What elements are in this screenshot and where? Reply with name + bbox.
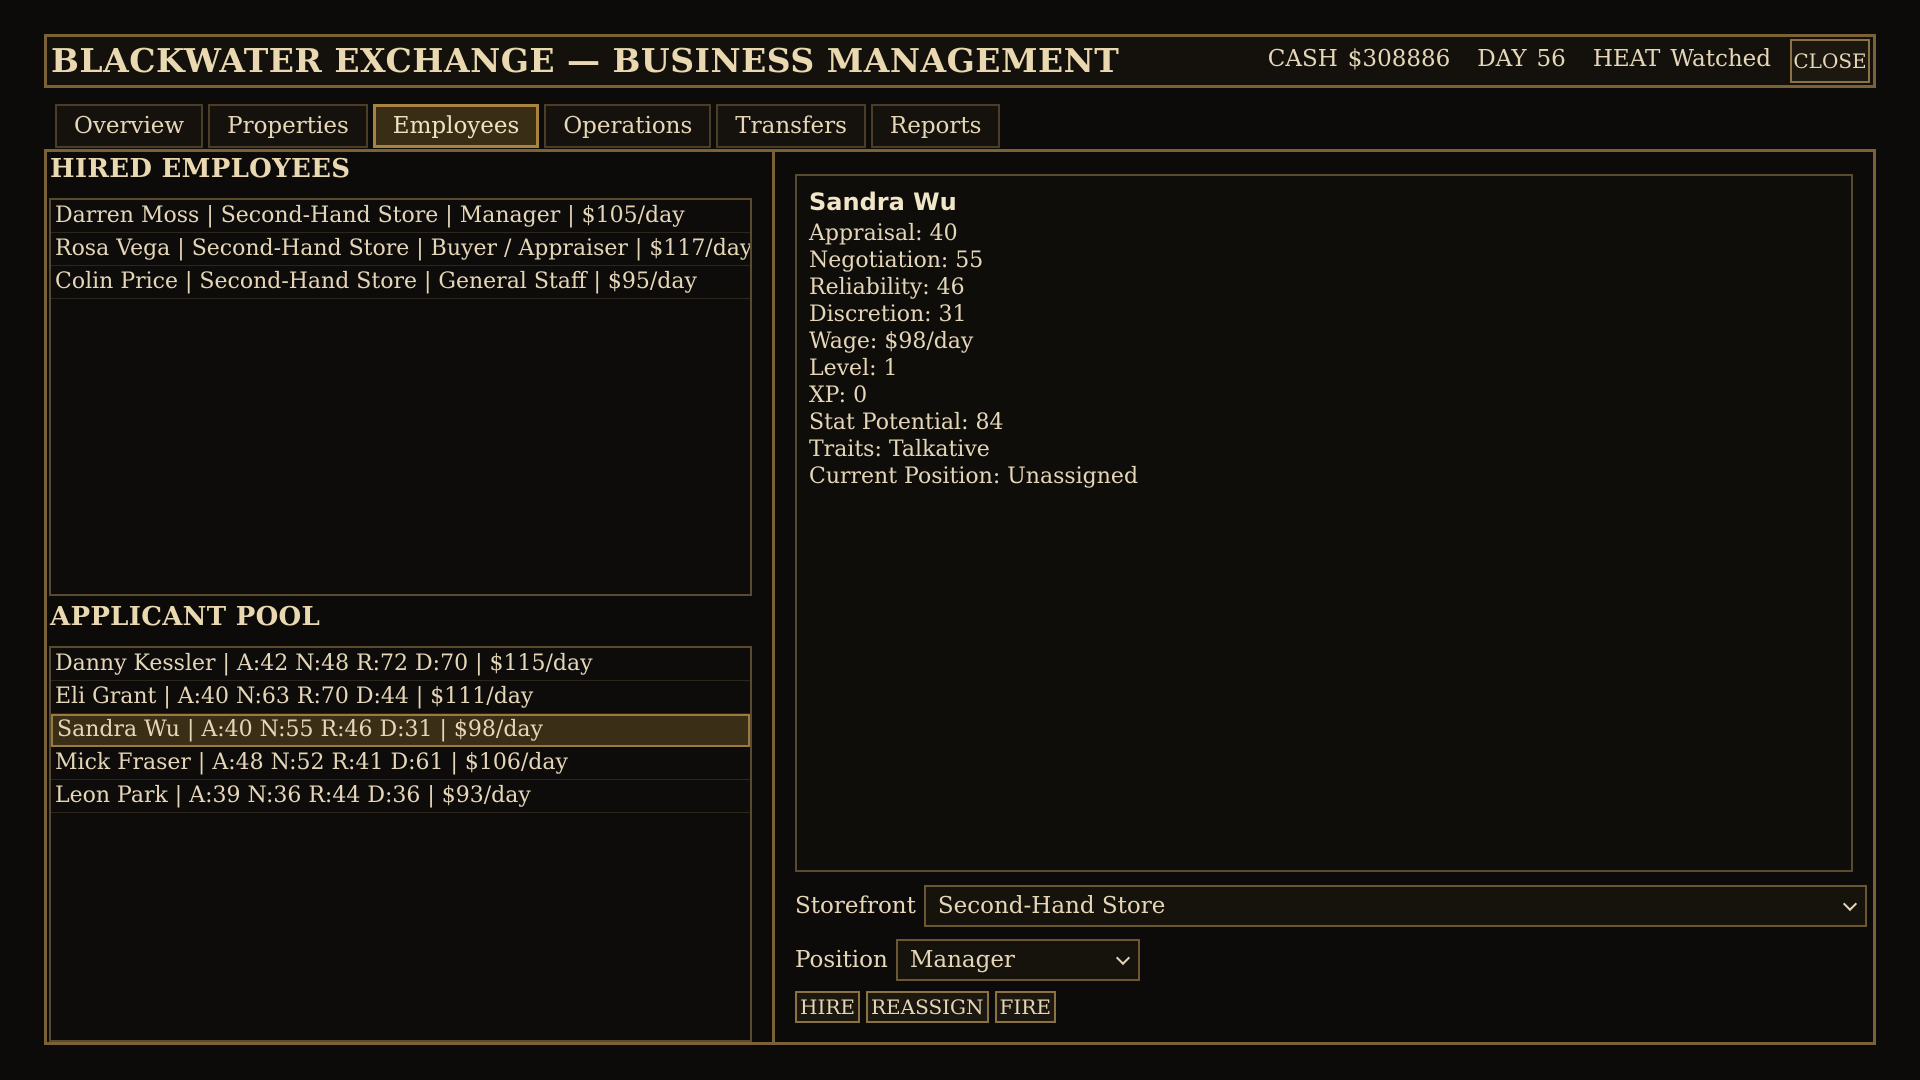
detail-current-position: Current Position: Unassigned [809, 464, 1139, 489]
detail-negotiation: Negotiation: 55 [809, 248, 984, 273]
heat-stat: HEAT Watched [1593, 46, 1771, 72]
heat-value: Watched [1670, 46, 1771, 72]
tab-transfers[interactable]: Transfers [716, 104, 866, 148]
applicant-row-danny-kessler[interactable]: Danny Kessler | A:42 N:48 R:72 D:70 | $1… [51, 648, 750, 681]
status-readout: CASH $308886 DAY 56 HEAT Watched [1268, 46, 1771, 72]
employees-panel: Hired Employees Darren Moss | Second-Han… [44, 149, 1876, 1045]
applicant-row-leon-park[interactable]: Leon Park | A:39 N:36 R:44 D:36 | $93/da… [51, 780, 750, 813]
hired-row-darren-moss[interactable]: Darren Moss | Second-Hand Store | Manage… [51, 200, 750, 233]
position-selected-value: Manager [909, 947, 1015, 973]
applicant-pool-list[interactable]: Danny Kessler | A:42 N:48 R:72 D:70 | $1… [49, 646, 752, 1042]
position-field: Position Manager [795, 939, 1140, 981]
position-select[interactable]: Manager [895, 939, 1140, 981]
tab-reports[interactable]: Reports [870, 104, 1001, 148]
hired-employees-list[interactable]: Darren Moss | Second-Hand Store | Manage… [49, 198, 752, 596]
employee-detail-panel: Sandra Wu Appraisal: 40 Negotiation: 55 … [772, 152, 1876, 1042]
applicant-row-sandra-wu[interactable]: Sandra Wu | A:40 N:55 R:46 D:31 | $98/da… [51, 714, 750, 747]
storefront-label: Storefront [795, 893, 916, 919]
detail-employee-name: Sandra Wu [809, 188, 957, 216]
applicant-row-eli-grant[interactable]: Eli Grant | A:40 N:63 R:70 D:44 | $111/d… [51, 681, 750, 714]
detail-traits: Traits: Talkative [809, 437, 990, 462]
hired-row-rosa-vega[interactable]: Rosa Vega | Second-Hand Store | Buyer / … [51, 233, 750, 266]
employee-actions: HIRE REASSIGN FIRE [795, 991, 1056, 1023]
detail-reliability: Reliability: 46 [809, 275, 965, 300]
heat-label: HEAT [1592, 46, 1661, 72]
position-label: Position [795, 947, 888, 973]
tab-employees[interactable]: Employees [372, 104, 540, 148]
detail-xp: XP: 0 [809, 383, 868, 408]
employee-detail-box: Sandra Wu Appraisal: 40 Negotiation: 55 … [795, 174, 1853, 872]
close-button[interactable]: CLOSE [1790, 39, 1870, 83]
reassign-button[interactable]: REASSIGN [866, 991, 989, 1023]
hired-employees-heading: Hired Employees [50, 154, 351, 184]
chevron-down-icon [1842, 896, 1857, 912]
storefront-selected-value: Second-Hand Store [937, 893, 1166, 919]
detail-level: Level: 1 [809, 356, 898, 381]
window-title: Blackwater Exchange — Business Managemen… [51, 41, 1120, 80]
storefront-field: Storefront Second-Hand Store [795, 885, 1867, 927]
tab-overview[interactable]: Overview [55, 104, 204, 148]
detail-discretion: Discretion: 31 [809, 302, 967, 327]
day-label: DAY [1477, 46, 1527, 72]
game-window: Blackwater Exchange — Business Managemen… [0, 0, 1920, 1080]
cash-stat: CASH $308886 [1268, 46, 1450, 72]
detail-stat-potential: Stat Potential: 84 [809, 410, 1004, 435]
fire-button[interactable]: FIRE [994, 991, 1056, 1023]
cash-label: CASH [1267, 46, 1338, 72]
storefront-select[interactable]: Second-Hand Store [923, 885, 1867, 927]
tab-bar: Overview Properties Employees Operations… [55, 104, 1001, 148]
detail-appraisal: Appraisal: 40 [809, 221, 958, 246]
day-stat: DAY 56 [1477, 46, 1566, 72]
day-value: 56 [1536, 46, 1566, 72]
cash-value: $308886 [1347, 46, 1451, 72]
header-bar: Blackwater Exchange — Business Managemen… [44, 34, 1876, 88]
tab-properties[interactable]: Properties [208, 104, 368, 148]
chevron-down-icon [1115, 950, 1130, 966]
hire-button[interactable]: HIRE [795, 991, 860, 1023]
detail-wage: Wage: $98/day [809, 329, 974, 354]
applicant-pool-heading: Applicant Pool [50, 602, 321, 632]
applicant-row-mick-fraser[interactable]: Mick Fraser | A:48 N:52 R:41 D:61 | $106… [51, 747, 750, 780]
hired-row-colin-price[interactable]: Colin Price | Second-Hand Store | Genera… [51, 266, 750, 299]
tab-operations[interactable]: Operations [544, 104, 712, 148]
